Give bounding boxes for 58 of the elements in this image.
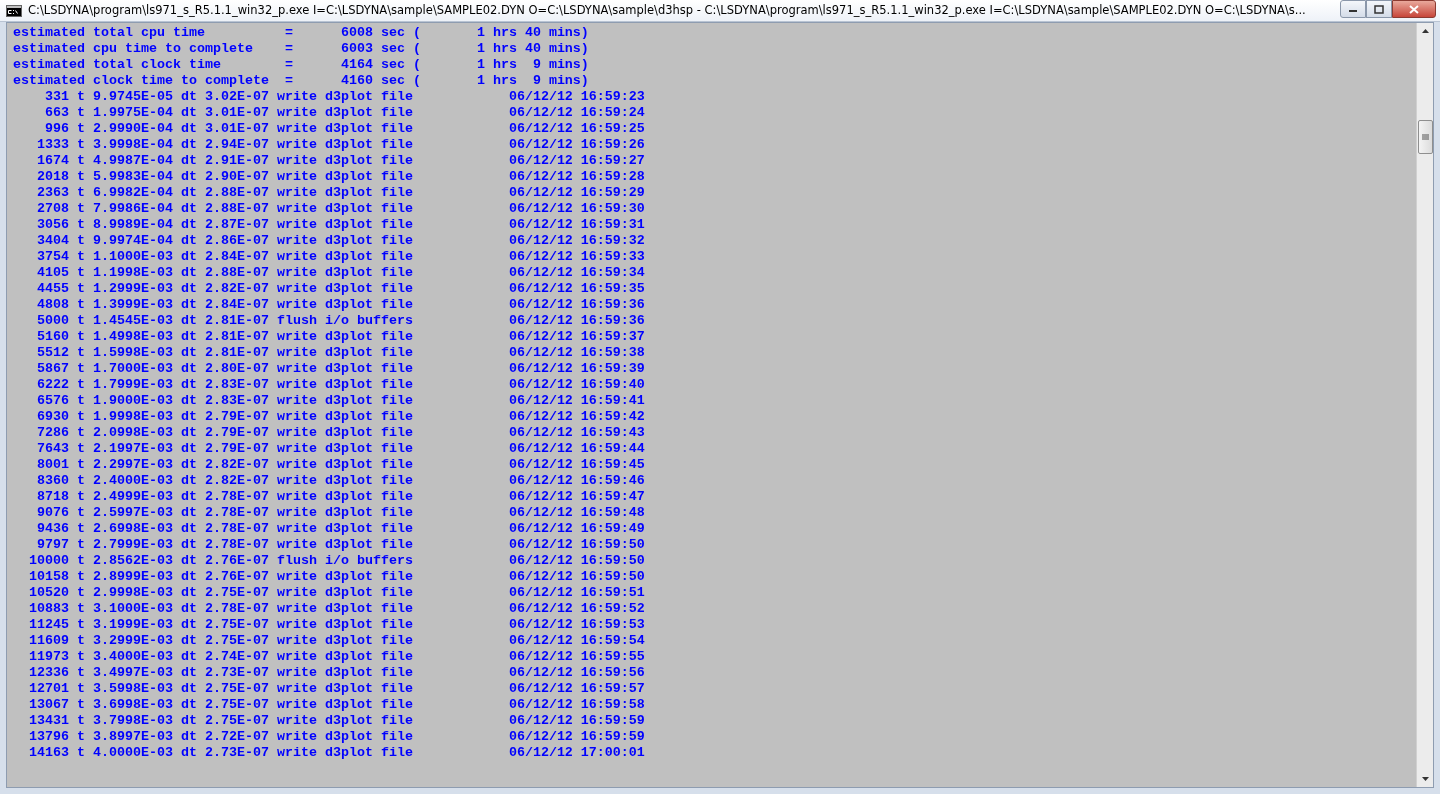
console-line: 13796 t 3.8997E-03 dt 2.72E-07 write d3plot file 06/12/12 16:59:59 — [28, 729, 645, 745]
console-line: 5512 t 1.5998E-03 dt 2.81E-07 write d3plot file 06/12/12 16:59:38 — [36, 345, 645, 361]
console-line: 9076 t 2.5997E-03 dt 2.78E-07 write d3plot file 06/12/12 16:59:48 — [36, 505, 645, 521]
console-line: 13067 t 3.6998E-03 dt 2.75E-07 write d3plot file 06/12/12 16:59:58 — [28, 697, 645, 713]
console-line: 331 t 9.9745E-05 dt 3.02E-07 write d3plot file 06/12/12 16:59:23 — [44, 89, 645, 105]
maximize-button[interactable] — [1366, 0, 1392, 18]
close-icon — [1409, 4, 1419, 14]
console-line: 9797 t 2.7999E-03 dt 2.78E-07 write d3plot file 06/12/12 16:59:50 — [36, 537, 645, 553]
console-line: 4808 t 1.3999E-03 dt 2.84E-07 write d3plot file 06/12/12 16:59:36 — [36, 297, 645, 313]
console-line: 12336 t 3.4997E-03 dt 2.73E-07 write d3plot file 06/12/12 16:59:56 — [28, 665, 645, 681]
console-line: 663 t 1.9975E-04 dt 3.01E-07 write d3plot file 06/12/12 16:59:24 — [44, 105, 645, 121]
console-line: 2018 t 5.9983E-04 dt 2.90E-07 write d3plot file 06/12/12 16:59:28 — [36, 169, 645, 185]
console-line: 11245 t 3.1999E-03 dt 2.75E-07 write d3plot file 06/12/12 16:59:53 — [28, 617, 645, 633]
scroll-up-arrow-icon[interactable] — [1420, 28, 1430, 34]
console-line: 2708 t 7.9986E-04 dt 2.88E-07 write d3plot file 06/12/12 16:59:30 — [36, 201, 645, 217]
console-line: estimated cpu time to complete = 6003 sec ( 1 hrs 40 mins) — [13, 41, 589, 57]
console-line: 5867 t 1.7000E-03 dt 2.80E-07 write d3plot file 06/12/12 16:59:39 — [36, 361, 645, 377]
console-line: estimated clock time to complete = 4160 sec ( 1 hrs 9 mins) — [13, 73, 589, 89]
console-line: 3754 t 1.1000E-03 dt 2.84E-07 write d3plot file 06/12/12 16:59:33 — [36, 249, 645, 265]
console-line: 1674 t 4.9987E-04 dt 2.91E-07 write d3plot file 06/12/12 16:59:27 — [36, 153, 645, 169]
console-line: 7286 t 2.0998E-03 dt 2.79E-07 write d3plot file 06/12/12 16:59:43 — [36, 425, 645, 441]
console-line: 5000 t 1.4545E-03 dt 2.81E-07 flush i/o buffers 06/12/12 16:59:36 — [36, 313, 645, 329]
console-line: 8718 t 2.4999E-03 dt 2.78E-07 write d3plot file 06/12/12 16:59:47 — [36, 489, 645, 505]
console-line: estimated total clock time = 4164 sec ( 1 hrs 9 mins) — [13, 57, 589, 73]
console-line: 3404 t 9.9974E-04 dt 2.86E-07 write d3plot file 06/12/12 16:59:32 — [36, 233, 645, 249]
minimize-button[interactable] — [1340, 0, 1366, 18]
console-line: 996 t 2.9990E-04 dt 3.01E-07 write d3plot file 06/12/12 16:59:25 — [44, 121, 645, 137]
console-line: 12701 t 3.5998E-03 dt 2.75E-07 write d3plot file 06/12/12 16:59:57 — [28, 681, 645, 697]
scroll-down-arrow-icon[interactable] — [1420, 776, 1430, 782]
console-line: 3056 t 8.9989E-04 dt 2.87E-07 write d3plot file 06/12/12 16:59:31 — [36, 217, 645, 233]
console-line: 11609 t 3.2999E-03 dt 2.75E-07 write d3plot file 06/12/12 16:59:54 — [28, 633, 645, 649]
console-line: 10883 t 3.1000E-03 dt 2.78E-07 write d3plot file 06/12/12 16:59:52 — [28, 601, 645, 617]
console-line: 5160 t 1.4998E-03 dt 2.81E-07 write d3plot file 06/12/12 16:59:37 — [36, 329, 645, 345]
console-line: 8360 t 2.4000E-03 dt 2.82E-07 write d3plot file 06/12/12 16:59:46 — [36, 473, 645, 489]
console-line: 10158 t 2.8999E-03 dt 2.76E-07 write d3plot file 06/12/12 16:59:50 — [28, 569, 645, 585]
vertical-scrollbar[interactable] — [1416, 23, 1433, 787]
console-line: 14163 t 4.0000E-03 dt 2.73E-07 write d3plot file 06/12/12 17:00:01 — [28, 745, 645, 761]
console-line: 6222 t 1.7999E-03 dt 2.83E-07 write d3plot file 06/12/12 16:59:40 — [36, 377, 645, 393]
window-title: C:\LSDYNA\program\ls971_s_R5.1.1_win32_p.exe I=C:\LSDYNA\sample\SAMPLE02.DYN O=C:\LSDYNA\sample\d3hsp - C:\LSDYNA\program\ls971_s_R5.1.1_win32_p.exe I=C:\LSDYNA\sample\SAMPLE02.DYN O=C:\LSDYNA\s... — [28, 1, 1307, 19]
console-line: 2363 t 6.9982E-04 dt 2.88E-07 write d3plot file 06/12/12 16:59:29 — [36, 185, 645, 201]
console-line: 11973 t 3.4000E-03 dt 2.74E-07 write d3plot file 06/12/12 16:59:55 — [28, 649, 645, 665]
console-line: 6930 t 1.9998E-03 dt 2.79E-07 write d3plot file 06/12/12 16:59:42 — [36, 409, 645, 425]
console-line: 4455 t 1.2999E-03 dt 2.82E-07 write d3plot file 06/12/12 16:59:35 — [36, 281, 645, 297]
console-line: estimated total cpu time = 6008 sec ( 1 hrs 40 mins) — [13, 25, 589, 41]
console-line: 9436 t 2.6998E-03 dt 2.78E-07 write d3plot file 06/12/12 16:59:49 — [36, 521, 645, 537]
console-line: 6576 t 1.9000E-03 dt 2.83E-07 write d3plot file 06/12/12 16:59:41 — [36, 393, 645, 409]
grip-icon — [1421, 134, 1429, 140]
console-line: 10520 t 2.9998E-03 dt 2.75E-07 write d3plot file 06/12/12 16:59:51 — [28, 585, 645, 601]
command-prompt-icon — [6, 4, 22, 17]
console-line: 13431 t 3.7998E-03 dt 2.75E-07 write d3plot file 06/12/12 16:59:59 — [28, 713, 645, 729]
scrollbar-thumb[interactable] — [1417, 120, 1433, 154]
console-line: 4105 t 1.1998E-03 dt 2.88E-07 write d3plot file 06/12/12 16:59:34 — [36, 265, 645, 281]
console-line: 7643 t 2.1997E-03 dt 2.79E-07 write d3plot file 06/12/12 16:59:44 — [36, 441, 645, 457]
console-line: 8001 t 2.2997E-03 dt 2.82E-07 write d3plot file 06/12/12 16:59:45 — [36, 457, 645, 473]
maximize-icon — [1374, 4, 1384, 14]
console-line: 1333 t 3.9998E-04 dt 2.94E-07 write d3plot file 06/12/12 16:59:26 — [36, 137, 645, 153]
console-line: 10000 t 2.8562E-03 dt 2.76E-07 flush i/o buffers 06/12/12 16:59:50 — [28, 553, 645, 569]
close-button[interactable] — [1392, 0, 1436, 18]
